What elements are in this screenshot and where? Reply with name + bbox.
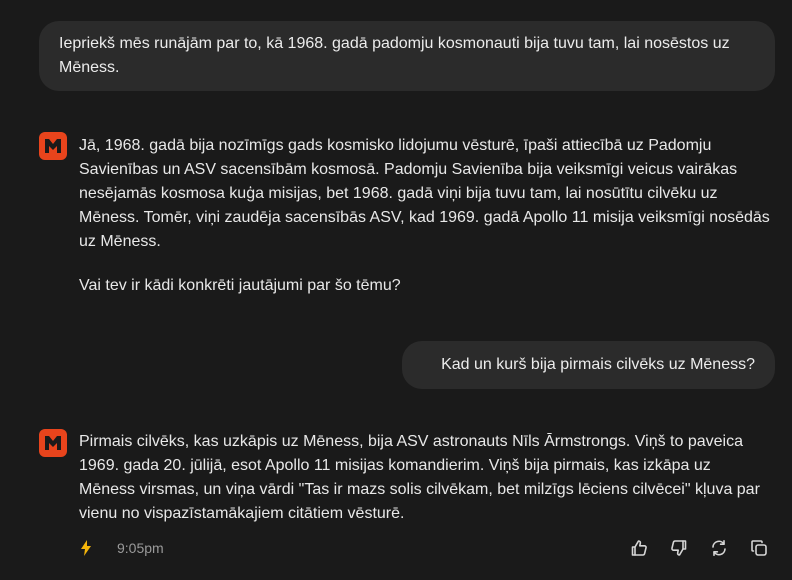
assistant-message-paragraph: Jā, 1968. gadā bija nozīmīgs gads kosmis… bbox=[79, 137, 770, 250]
message-timestamp: 9:05pm bbox=[117, 540, 164, 556]
user-message-bubble: Kad un kurš bija pirmais cilvēks uz Mēne… bbox=[402, 341, 775, 389]
assistant-logo-icon bbox=[45, 436, 61, 450]
copy-icon bbox=[751, 540, 767, 556]
regenerate-icon bbox=[712, 540, 726, 556]
assistant-logo-icon bbox=[45, 139, 61, 153]
lightning-bolt-icon bbox=[81, 540, 91, 556]
regenerate-button[interactable] bbox=[708, 537, 730, 559]
assistant-avatar bbox=[39, 132, 67, 160]
user-message-bubble: Iepriekš mēs runājām par to, kā 1968. ga… bbox=[39, 21, 775, 91]
thumbs-up-button[interactable] bbox=[628, 537, 650, 559]
assistant-message-paragraph: Pirmais cilvēks, kas uzkāpis uz Mēness, … bbox=[79, 433, 760, 522]
user-message-text: Iepriekš mēs runājām par to, kā 1968. ga… bbox=[59, 35, 730, 76]
thumbs-down-icon bbox=[671, 540, 687, 556]
assistant-avatar bbox=[39, 429, 67, 457]
thumbs-down-button[interactable] bbox=[668, 537, 690, 559]
thumbs-up-icon bbox=[631, 540, 647, 556]
copy-button[interactable] bbox=[748, 537, 770, 559]
assistant-message-paragraph: Vai tev ir kādi konkrēti jautājumi par š… bbox=[79, 277, 401, 294]
response-speed-indicator bbox=[78, 536, 94, 560]
user-message-text: Kad un kurš bija pirmais cilvēks uz Mēne… bbox=[441, 356, 755, 373]
